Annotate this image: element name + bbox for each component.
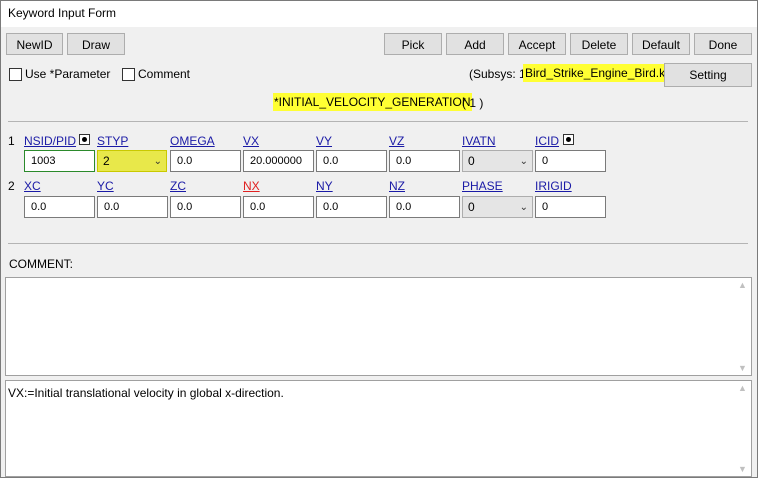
- icid-pick-radio-icon[interactable]: [563, 134, 574, 145]
- help-text: VX:=Initial translational velocity in gl…: [8, 386, 284, 400]
- header-ny[interactable]: NY: [316, 179, 333, 193]
- styp-select[interactable]: 2 ⌄: [97, 150, 167, 172]
- window-title: Keyword Input Form: [8, 6, 117, 20]
- ny-input[interactable]: 0.0: [316, 196, 387, 218]
- divider-top: [8, 121, 748, 122]
- header-ivatn[interactable]: IVATN: [462, 134, 496, 148]
- vy-input[interactable]: 0.0: [316, 150, 387, 172]
- accept-button[interactable]: Accept: [508, 33, 566, 55]
- default-button[interactable]: Default: [632, 33, 690, 55]
- use-parameter-checkbox[interactable]: [9, 68, 22, 81]
- vx-input[interactable]: 20.000000: [243, 150, 314, 172]
- use-parameter-label: Use *Parameter: [25, 67, 111, 81]
- nz-input[interactable]: 0.0: [389, 196, 460, 218]
- nsid-input[interactable]: 1003: [24, 150, 95, 172]
- nx-input[interactable]: 0.0: [243, 196, 314, 218]
- chevron-down-icon: ⌄: [153, 156, 162, 167]
- pick-button[interactable]: Pick: [384, 33, 442, 55]
- header-yc[interactable]: YC: [97, 179, 114, 193]
- help-scrollbar[interactable]: ▲ ▼: [735, 381, 751, 476]
- subsys-file-name: Bird_Strike_Engine_Bird.k): [523, 64, 672, 82]
- chevron-down-icon: ⌄: [519, 202, 528, 213]
- styp-value: 2: [103, 154, 110, 168]
- icid-input[interactable]: 0: [535, 150, 606, 172]
- delete-button[interactable]: Delete: [570, 33, 628, 55]
- comment-section-label: COMMENT:: [9, 257, 73, 271]
- subsys-prefix: (Subsys: 1: [469, 67, 526, 81]
- chevron-down-icon: ⌄: [519, 156, 528, 167]
- scroll-up-icon[interactable]: ▲: [738, 280, 747, 290]
- header-xc[interactable]: XC: [24, 179, 41, 193]
- comment-checkbox[interactable]: [122, 68, 135, 81]
- comment-textarea[interactable]: ▲ ▼: [5, 277, 752, 376]
- header-nsid-pid[interactable]: NSID/PID: [24, 134, 76, 148]
- keyword-count: ( 1 ): [462, 96, 484, 110]
- phase-value: 0: [468, 200, 475, 214]
- scroll-down-icon[interactable]: ▼: [738, 464, 747, 474]
- keyword-name: *INITIAL_VELOCITY_GENERATION: [273, 93, 472, 111]
- title-bar: Keyword Input Form: [1, 1, 757, 27]
- xc-input[interactable]: 0.0: [24, 196, 95, 218]
- header-phase[interactable]: PHASE: [462, 179, 503, 193]
- setting-button[interactable]: Setting: [664, 63, 752, 87]
- omega-input[interactable]: 0.0: [170, 150, 241, 172]
- irigid-input[interactable]: 0: [535, 196, 606, 218]
- row-2-number: 2: [8, 179, 15, 193]
- header-styp[interactable]: STYP: [97, 134, 128, 148]
- keyword-input-form-window: Keyword Input Form NewID Draw Pick Add A…: [0, 0, 758, 478]
- header-zc[interactable]: ZC: [170, 179, 186, 193]
- scroll-up-icon[interactable]: ▲: [738, 383, 747, 393]
- newid-button[interactable]: NewID: [6, 33, 63, 55]
- header-vx[interactable]: VX: [243, 134, 259, 148]
- vz-input[interactable]: 0.0: [389, 150, 460, 172]
- add-button[interactable]: Add: [446, 33, 504, 55]
- comment-label: Comment: [138, 67, 191, 81]
- scroll-down-icon[interactable]: ▼: [738, 363, 747, 373]
- header-irigid[interactable]: IRIGID: [535, 179, 572, 193]
- done-button[interactable]: Done: [694, 33, 752, 55]
- comment-scrollbar[interactable]: ▲ ▼: [735, 278, 751, 375]
- header-nz[interactable]: NZ: [389, 179, 405, 193]
- header-icid[interactable]: ICID: [535, 134, 559, 148]
- zc-input[interactable]: 0.0: [170, 196, 241, 218]
- help-text-panel: VX:=Initial translational velocity in gl…: [5, 380, 752, 477]
- header-nx[interactable]: NX: [243, 179, 260, 193]
- header-vz[interactable]: VZ: [389, 134, 404, 148]
- row-1-number: 1: [8, 134, 15, 148]
- ivatn-value: 0: [468, 154, 475, 168]
- header-vy[interactable]: VY: [316, 134, 332, 148]
- phase-select[interactable]: 0 ⌄: [462, 196, 533, 218]
- yc-input[interactable]: 0.0: [97, 196, 168, 218]
- ivatn-select[interactable]: 0 ⌄: [462, 150, 533, 172]
- draw-button[interactable]: Draw: [67, 33, 125, 55]
- divider-bottom: [8, 243, 748, 244]
- nsid-pick-radio-icon[interactable]: [79, 134, 90, 145]
- header-omega[interactable]: OMEGA: [170, 134, 215, 148]
